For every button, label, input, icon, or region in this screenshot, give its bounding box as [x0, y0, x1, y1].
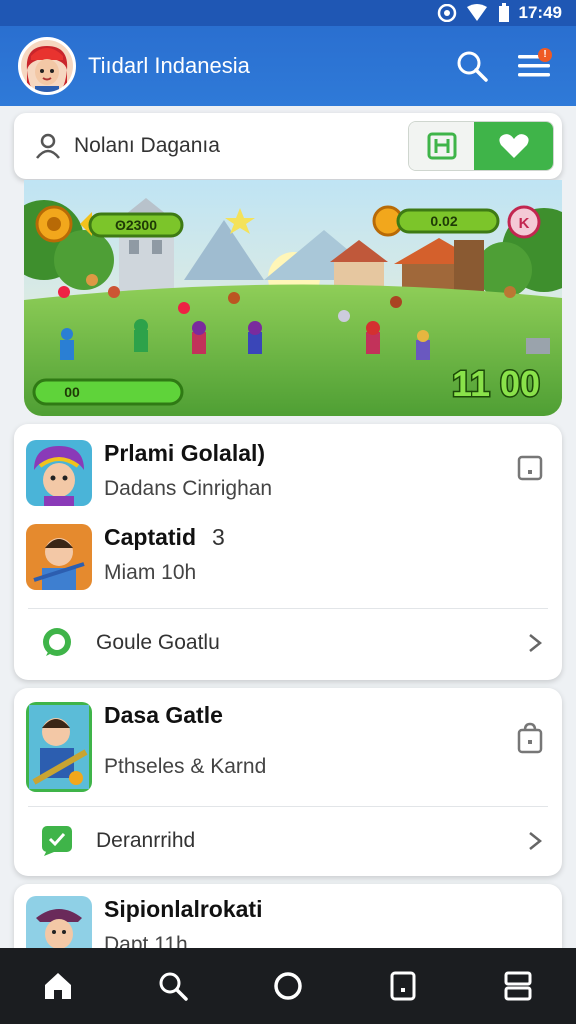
square-icon — [517, 455, 543, 481]
app-header: Tiıdarl Indanesia ! — [0, 26, 576, 106]
item-title: Captatid — [104, 524, 196, 550]
map-icon — [427, 132, 457, 160]
search-icon — [457, 51, 488, 82]
bag-icon — [517, 722, 543, 754]
chat-icon — [43, 628, 71, 656]
view-toggle[interactable] — [408, 121, 554, 171]
search-label: Nolanı Daganıa — [74, 134, 220, 157]
game-thumbnail — [26, 702, 92, 792]
item-action-button[interactable] — [516, 454, 544, 487]
circle-icon — [274, 972, 302, 1000]
map-toggle-button[interactable] — [409, 122, 475, 170]
wifi-icon — [466, 4, 487, 21]
card-link-label: Goule Goatlu — [96, 631, 220, 654]
item-count: 3 — [212, 524, 225, 550]
card-link-label: Deranrrihd — [96, 829, 196, 852]
layout-icon — [504, 971, 532, 1001]
list-item[interactable]: Captatid 3 Miam 10h — [26, 524, 550, 590]
search-icon — [159, 972, 188, 1001]
nav-home-button[interactable] — [28, 956, 88, 1016]
home-icon — [44, 973, 71, 999]
item-subtitle: Miam 10h — [104, 561, 197, 584]
nav-profile-button[interactable] — [488, 956, 548, 1016]
list-item[interactable]: Sipionlalrokati Dapt 11h — [26, 896, 550, 948]
status-bar: 17:49 — [0, 0, 576, 26]
banner-right-badge-text: 0.02 — [430, 213, 457, 229]
list-item[interactable]: Dasa Gatle Pthseles & Karnd — [26, 702, 550, 792]
game-thumbnail — [26, 896, 92, 948]
notification-badge: ! — [538, 48, 552, 62]
game-banner[interactable]: ʘ2300 0.02 K 00 11 00 — [24, 180, 562, 416]
item-title: Sipionlalrokati — [104, 896, 263, 922]
card-link-row[interactable]: Deranrrihd — [40, 824, 544, 858]
menu-button[interactable]: ! — [510, 42, 558, 90]
chevron-right-icon — [529, 832, 543, 850]
item-title: Prlami Golalal) — [104, 440, 266, 466]
bottom-navigation — [0, 948, 576, 1024]
banner-score-text: 11 00 — [452, 363, 540, 404]
search-button[interactable] — [448, 42, 496, 90]
list-item[interactable]: Prlami Golalal) Dadans Cinrighan — [26, 440, 550, 506]
favorite-toggle-button[interactable] — [474, 122, 553, 170]
user-icon — [36, 133, 60, 159]
svg-text:K: K — [519, 215, 530, 232]
item-subtitle: Dadans Cinrighan — [104, 477, 273, 500]
square-icon — [390, 971, 416, 1001]
check-chat-icon — [42, 826, 72, 856]
app-title: Tiıdarl Indanesia — [88, 53, 250, 78]
nav-library-button[interactable] — [373, 956, 433, 1016]
banner-progress-text: 00 — [64, 384, 80, 400]
battery-icon — [498, 3, 509, 22]
card-link-row[interactable]: Goule Goatlu — [40, 626, 544, 660]
game-card-1[interactable]: Prlami Golalal) Dadans Cinrighan Captati… — [14, 424, 562, 680]
game-thumbnail — [26, 440, 92, 506]
status-time: 17:49 — [518, 3, 562, 22]
game-card-2[interactable]: Dasa Gatle Pthseles & Karnd Deranrrihd — [14, 688, 562, 876]
nav-search-button[interactable] — [143, 956, 203, 1016]
heart-icon — [499, 134, 529, 158]
nav-center-button[interactable] — [258, 956, 318, 1016]
banner-left-badge-text: ʘ2300 — [115, 217, 157, 233]
signal-icon — [437, 4, 456, 22]
item-subtitle: Pthseles & Karnd — [104, 755, 267, 778]
search-card[interactable]: Nolanı Daganıa — [14, 113, 562, 179]
item-action-button[interactable] — [516, 722, 544, 759]
item-subtitle: Dapt 11h — [104, 933, 188, 948]
divider — [28, 806, 548, 807]
divider — [28, 608, 548, 609]
item-title: Dasa Gatle — [104, 702, 223, 728]
chevron-right-icon — [529, 634, 543, 652]
game-thumbnail — [26, 524, 92, 590]
avatar[interactable] — [18, 37, 76, 95]
game-card-3[interactable]: Sipionlalrokati Dapt 11h — [14, 884, 562, 948]
